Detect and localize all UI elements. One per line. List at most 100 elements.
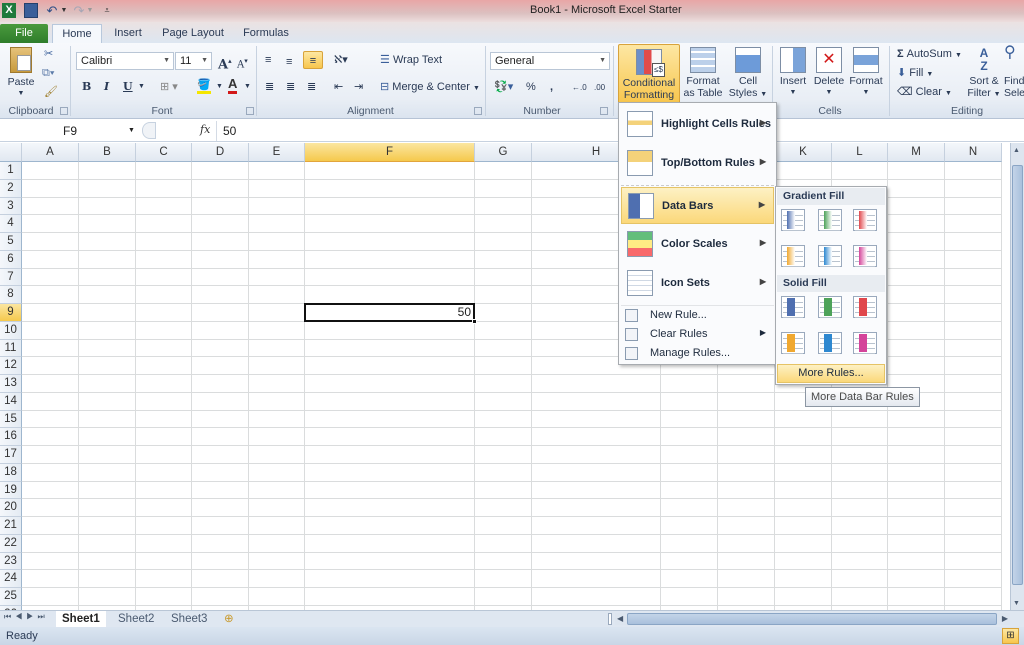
row-header-1[interactable]: 1 [0,162,22,180]
underline-button[interactable]: U [123,78,133,96]
menu-item-new-rule[interactable]: New Rule... [621,306,774,325]
underline-dropdown-icon[interactable]: ▼ [138,78,145,96]
save-icon[interactable] [24,3,38,18]
borders-icon[interactable]: ⊞ ▾ [160,78,178,96]
row-header-3[interactable]: 3 [0,197,22,216]
menu-item-top-bottom-rules[interactable]: Top/Bottom Rules ▶ [621,145,774,182]
row-header-18[interactable]: 18 [0,463,22,482]
row-header-22[interactable]: 22 [0,534,22,553]
row-header-16[interactable]: 16 [0,428,22,446]
delete-cells-button[interactable]: ✕ Delete ▼ [812,47,846,99]
align-bottom-icon[interactable]: ≡ [303,51,323,69]
wrap-text-button[interactable]: ☰ Wrap Text [380,51,442,69]
autosum-button[interactable]: Σ AutoSum ▼ [897,45,962,63]
increase-decimal-icon[interactable]: ←.0 [572,79,587,97]
select-all-corner[interactable] [0,143,22,162]
sheet-tab-sheet2[interactable]: Sheet2 [112,611,160,627]
font-size-select[interactable]: 11 ▼ [175,52,212,70]
tab-formulas[interactable]: Formulas [238,24,294,43]
fill-color-dropdown-icon[interactable]: ▼ [216,78,223,96]
column-header-l[interactable]: L [832,143,888,162]
decrease-indent-icon[interactable]: ⇤ [334,78,343,96]
row-header-23[interactable]: 23 [0,552,22,571]
gradient-data-bar-swatch[interactable] [818,245,842,267]
cut-icon[interactable]: ✂ [44,45,53,63]
solid-data-bar-swatch[interactable] [781,332,805,354]
number-format-select[interactable]: General ▼ [490,52,610,70]
row-header-25[interactable]: 25 [0,588,22,606]
column-header-a[interactable]: A [22,143,79,162]
redo-icon[interactable]: ↷ [72,3,86,18]
alignment-launcher-icon[interactable] [474,107,482,115]
row-header-10[interactable]: 10 [0,321,22,340]
scroll-left-icon[interactable]: ◀ [617,614,623,623]
column-header-f[interactable]: F [305,143,475,162]
find-select-button[interactable]: ⚲ Find & Select [1004,45,1024,100]
sheet-tab-sheet1[interactable]: Sheet1 [56,611,106,627]
font-color-dropdown-icon[interactable]: ▼ [244,78,251,96]
row-header-20[interactable]: 20 [0,499,22,517]
increase-indent-icon[interactable]: ⇥ [354,78,363,96]
accounting-format-icon[interactable]: 💱▾ [494,78,513,96]
row-header-12[interactable]: 12 [0,357,22,375]
solid-data-bar-swatch[interactable] [818,296,842,318]
row-header-9[interactable]: 9 [0,304,22,322]
gradient-data-bar-swatch[interactable] [853,209,877,231]
tab-insert[interactable]: Insert [108,24,148,43]
row-header-5[interactable]: 5 [0,233,22,251]
orientation-icon[interactable]: ℵ▾ [334,51,348,69]
undo-dropdown-icon[interactable]: ▼ [60,3,68,18]
column-header-c[interactable]: C [136,143,192,162]
percent-button[interactable]: % [526,78,536,96]
redo-dropdown-icon[interactable]: ▼ [86,3,94,18]
tab-split-handle[interactable] [608,613,612,625]
row-header-14[interactable]: 14 [0,392,22,411]
conditional-formatting-button[interactable]: ≤$ Conditional Formatting ▼ [618,44,680,112]
column-header-k[interactable]: K [775,143,832,162]
row-header-7[interactable]: 7 [0,268,22,287]
row-header-4[interactable]: 4 [0,215,22,233]
font-name-select[interactable]: Calibri ▼ [76,52,174,70]
fill-button[interactable]: ⬇ Fill ▼ [897,64,933,82]
gradient-data-bar-swatch[interactable] [781,209,805,231]
vertical-scrollbar[interactable]: ▲ ▼ [1010,143,1024,610]
column-header-n[interactable]: N [945,143,1002,162]
font-color-icon[interactable]: A [228,76,238,94]
solid-data-bar-swatch[interactable] [818,332,842,354]
format-cells-button[interactable]: Format ▼ [848,47,884,99]
copy-icon[interactable]: ⧉▾ [42,64,54,82]
sheet-nav-icons[interactable]: ⏮◀▶⏭ [4,612,49,622]
decrease-decimal-icon[interactable]: .00 [594,79,605,97]
row-header-19[interactable]: 19 [0,481,22,500]
align-right-icon[interactable]: ≣ [307,78,316,96]
number-launcher-icon[interactable] [600,107,608,115]
column-header-d[interactable]: D [192,143,249,162]
paste-button[interactable]: Paste ▼ [4,47,38,100]
scroll-right-icon[interactable]: ▶ [1002,614,1008,623]
horizontal-scrollbar[interactable]: ◀ ▶ [615,613,1010,625]
merge-center-button[interactable]: ⊟ Merge & Center ▼ [380,78,480,96]
font-launcher-icon[interactable] [246,107,254,115]
active-cell[interactable]: 50 [304,303,475,322]
row-header-21[interactable]: 21 [0,517,22,535]
scroll-down-icon[interactable]: ▼ [1013,600,1020,607]
column-header-m[interactable]: M [888,143,945,162]
undo-icon[interactable]: ↶ [44,3,60,18]
gradient-data-bar-swatch[interactable] [853,245,877,267]
bold-button[interactable]: B [82,78,91,96]
column-header-b[interactable]: B [79,143,136,162]
scroll-up-icon[interactable]: ▲ [1013,147,1020,154]
clipboard-launcher-icon[interactable] [60,107,68,115]
tab-page-layout[interactable]: Page Layout [158,24,228,43]
align-middle-icon[interactable]: ≡ [286,53,292,71]
fill-color-icon[interactable]: 🪣 [197,78,211,94]
row-header-17[interactable]: 17 [0,446,22,464]
sheet-tab-sheet3[interactable]: Sheet3 [165,611,213,627]
excel-logo-icon[interactable]: X [2,3,16,18]
menu-item-clear-rules[interactable]: Clear Rules ▶ [621,325,774,344]
insert-cells-button[interactable]: Insert ▼ [776,47,810,99]
row-header-24[interactable]: 24 [0,570,22,588]
tab-home[interactable]: Home [52,24,102,43]
row-header-13[interactable]: 13 [0,375,22,393]
row-header-6[interactable]: 6 [0,250,22,269]
